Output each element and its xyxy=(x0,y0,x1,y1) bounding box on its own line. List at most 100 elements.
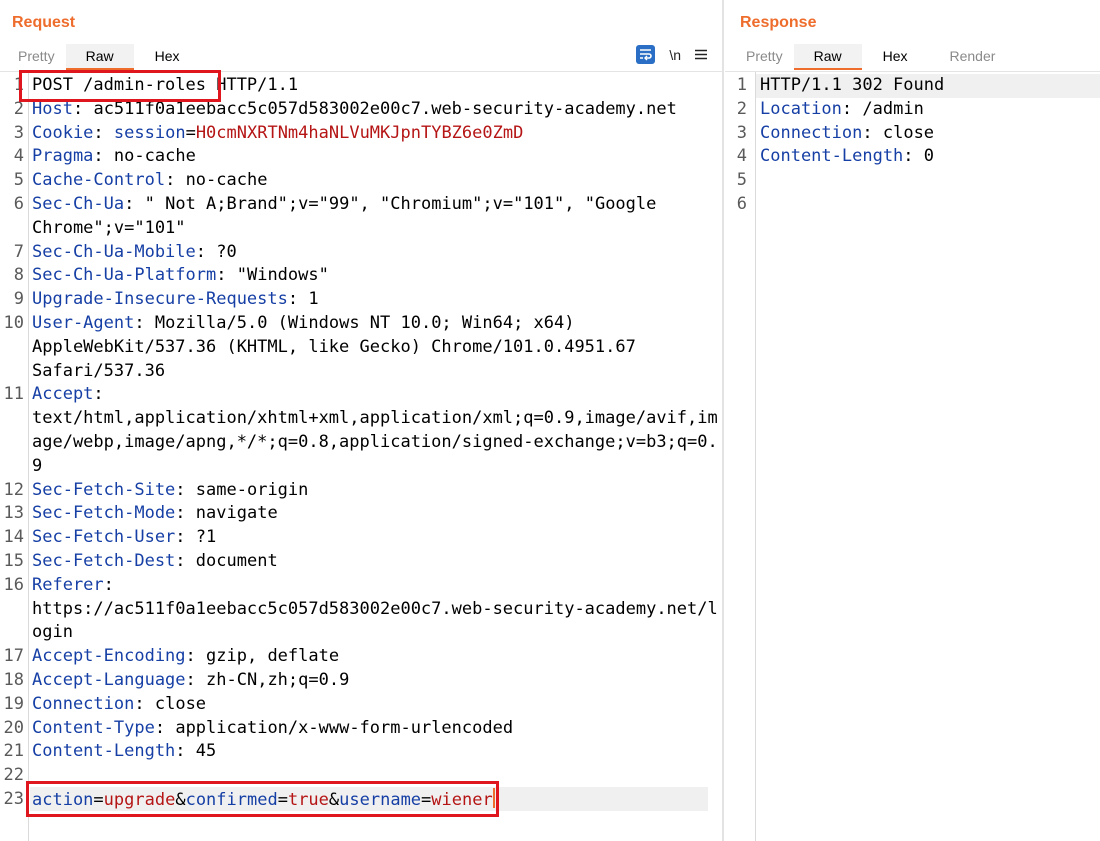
header-value: Mozilla/5.0 (Windows NT 10.0; Win64; x64… xyxy=(154,313,575,333)
header-name: Sec-Ch-Ua-Platform xyxy=(32,265,217,286)
line-number: 10 xyxy=(3,313,24,333)
header-value-continued: 9 xyxy=(32,455,43,476)
line-content: Connection: close xyxy=(32,693,207,714)
line-content: User-Agent: Mozilla/5.0 (Windows NT 10.0… xyxy=(32,313,575,333)
line-content: Sec-Fetch-User: ?1 xyxy=(32,527,217,548)
header-value: close xyxy=(882,122,935,143)
tab-pretty[interactable]: Pretty xyxy=(735,44,794,70)
header-name: Cache-Control xyxy=(32,170,166,191)
line-content: Cache-Control: no-cache xyxy=(32,170,268,191)
line-number: 1 xyxy=(736,75,747,95)
line-content: Content-Length: 0 xyxy=(760,146,935,167)
body-highlight-box xyxy=(26,781,499,817)
tab-hex[interactable]: Hex xyxy=(862,44,929,70)
line-number: 8 xyxy=(13,265,24,286)
request-title: Request xyxy=(12,14,76,31)
line-content: Sec-Ch-Ua: " Not A;Brand";v="99", "Chrom… xyxy=(32,194,657,214)
response-viewer[interactable]: 1 HTTP/1.1 302 Found 2 Location: /admin 3 Con… xyxy=(725,74,1100,274)
line-number: 3 xyxy=(736,122,747,143)
header-value-continued: text/html,application/xhtml+xml,applicat… xyxy=(32,408,718,429)
line-number: 4 xyxy=(736,146,747,167)
header-value: 45 xyxy=(195,741,217,762)
line-number: 9 xyxy=(13,289,24,310)
line-content: Safari/537.36 xyxy=(32,360,165,384)
line-number: 21 xyxy=(3,741,24,762)
line-number: 19 xyxy=(3,693,24,714)
tab-pretty[interactable]: Pretty xyxy=(7,44,66,70)
request-pane: Request Pretty Raw Hex \n 1 POST /admin-r… xyxy=(0,0,722,841)
header-value-continued: https://ac511f0a1eebacc5c057d583002e00c7… xyxy=(32,598,718,619)
request-line-highlight-box xyxy=(19,70,221,102)
header-name: Cookie xyxy=(32,122,94,143)
header-value: gzip, deflate xyxy=(206,646,340,667)
line-number: 5 xyxy=(736,170,747,191)
line-content: Accept: xyxy=(32,384,104,405)
response-pane: Response Pretty Raw Hex Render 1 HTTP/1.1… xyxy=(725,0,1100,841)
header-name: Accept xyxy=(32,384,94,405)
tab-raw[interactable]: Raw xyxy=(793,44,862,70)
line-number: 18 xyxy=(3,670,24,690)
line-content: Sec-Fetch-Site: same-origin xyxy=(32,479,309,500)
cookie-name: session xyxy=(113,122,186,143)
header-value: ?0 xyxy=(216,241,237,262)
header-name: Referer xyxy=(32,574,104,595)
header-name: Sec-Ch-Ua xyxy=(32,194,125,214)
newline-toggle[interactable]: \n xyxy=(669,47,681,63)
response-tab-divider xyxy=(725,71,1100,72)
line-number: 15 xyxy=(3,551,24,571)
line-content: 9 xyxy=(32,455,42,479)
line-content: ogin xyxy=(32,621,73,645)
header-value: close xyxy=(154,693,207,714)
line-content: Sec-Ch-Ua-Platform: "Windows" xyxy=(32,265,329,286)
line-number: 7 xyxy=(13,241,24,262)
header-value: no-cache xyxy=(113,146,196,167)
response-tabs: Pretty Raw Hex Render xyxy=(735,44,1016,71)
cookie-value: H0cmNXRTNm4haNLVuMKJpnTYBZ6e0ZmD xyxy=(195,122,524,143)
pane-divider[interactable] xyxy=(722,0,724,841)
line-number: 17 xyxy=(3,646,24,667)
header-name: Content-Length xyxy=(32,741,176,762)
header-name: Location xyxy=(760,98,842,119)
header-value: "Windows" xyxy=(236,265,329,286)
header-value: no-cache xyxy=(185,170,268,191)
tab-render[interactable]: Render xyxy=(929,44,1017,70)
header-name: Content-Type xyxy=(32,717,155,738)
line-content: Sec-Ch-Ua-Mobile: ?0 xyxy=(32,241,237,262)
line-content: Location: /admin xyxy=(760,98,924,119)
header-value: application/x-www-form-urlencoded xyxy=(175,717,514,738)
tab-hex[interactable]: Hex xyxy=(134,44,201,70)
header-name: Sec-Fetch-Site xyxy=(32,479,176,500)
header-name: Connection xyxy=(760,122,863,143)
line-content: Chrome";v="101" xyxy=(32,217,186,241)
tab-raw[interactable]: Raw xyxy=(65,44,134,70)
line-content: HTTP/1.1 302 Found xyxy=(760,74,944,98)
line-content: Content-Type: application/x-www-form-url… xyxy=(32,717,514,738)
line-text: HTTP/1.1 302 Found xyxy=(760,75,945,95)
request-editor[interactable]: 1 POST /admin-roles HTTP/1.1 2 Host: ac511f… xyxy=(0,74,720,834)
line-content: Cookie: session=H0cmNXRTNm4haNLVuMKJpnTY… xyxy=(32,122,524,143)
line-number: 22 xyxy=(3,765,24,786)
header-value-continued: Safari/537.36 xyxy=(32,360,166,381)
header-name: Pragma xyxy=(32,146,94,167)
header-value: document xyxy=(195,551,278,571)
header-name: Sec-Fetch-User xyxy=(32,527,176,548)
line-number: 13 xyxy=(3,503,24,524)
hamburger-menu-icon[interactable] xyxy=(695,47,707,63)
line-content: Connection: close xyxy=(760,122,935,143)
header-value: 0 xyxy=(923,146,935,167)
line-content: Accept-Language: zh-CN,zh;q=0.9 xyxy=(32,670,350,690)
header-value-continued: AppleWebKit/537.36 (KHTML, like Gecko) C… xyxy=(32,336,636,357)
request-toolbar: \n xyxy=(636,45,707,64)
header-name: Upgrade-Insecure-Requests xyxy=(32,289,288,310)
header-value: same-origin xyxy=(195,479,309,500)
line-number: 20 xyxy=(3,717,24,738)
word-wrap-icon[interactable] xyxy=(636,45,656,64)
header-value-continued: ogin xyxy=(32,622,73,643)
header-name: Accept-Encoding xyxy=(32,646,186,667)
line-number: 3 xyxy=(13,122,24,143)
header-name: Connection xyxy=(32,693,135,714)
line-number: 4 xyxy=(13,146,24,167)
header-name: User-Agent xyxy=(32,313,135,333)
header-value: " Not A;Brand";v="99", "Chromium";v="101… xyxy=(144,194,657,214)
line-number: 14 xyxy=(3,527,24,548)
